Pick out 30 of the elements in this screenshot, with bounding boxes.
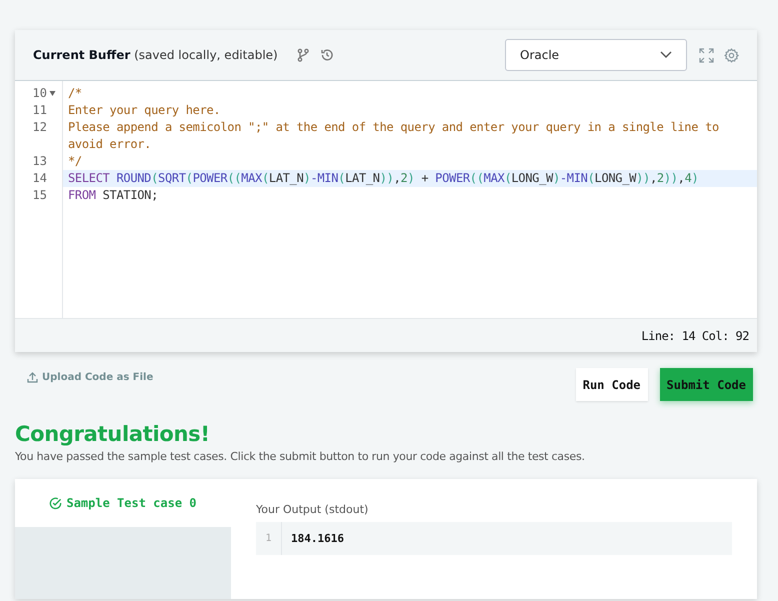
- language-dropdown[interactable]: Oracle: [505, 39, 687, 71]
- test-case-tab[interactable]: Sample Test case 0: [15, 479, 231, 527]
- line-number: 1: [256, 522, 282, 555]
- chevron-down-icon: [660, 51, 672, 59]
- submit-button[interactable]: Submit Code: [660, 368, 753, 401]
- line-number: 13: [32, 153, 47, 170]
- output-label: Your Output (stdout): [256, 503, 370, 516]
- history-icon[interactable]: [320, 48, 334, 62]
- line-number: 12: [32, 119, 47, 136]
- code-line: */: [67, 153, 83, 170]
- result-message: You have passed the sample test cases. Click the submit button to run your code against all the test cases.: [15, 450, 586, 463]
- editor-title: Current Buffer (saved locally, editable): [33, 48, 278, 62]
- code-line: Enter your query here.: [67, 102, 222, 119]
- run-button[interactable]: Run Code: [576, 368, 648, 401]
- upload-icon: [27, 372, 38, 383]
- code-line: /*: [67, 85, 83, 102]
- line-number: 15: [32, 187, 47, 204]
- line-number: 11: [32, 102, 47, 119]
- result-heading: Congratulations!: [15, 422, 211, 446]
- code-line: Please append a semicolon ";" at the end of the query and enter your query in a single line to avoid error.: [67, 119, 720, 153]
- output-value: 184.1616: [290, 532, 344, 545]
- branch-icon[interactable]: [296, 48, 310, 62]
- upload-link[interactable]: Upload Code as File: [27, 372, 154, 383]
- line-number: 14: [32, 170, 47, 187]
- settings-icon[interactable]: [724, 48, 739, 62]
- fullscreen-icon[interactable]: [699, 48, 714, 62]
- code-line: FROM STATION;: [67, 187, 160, 204]
- check-circle-icon: [49, 496, 62, 510]
- cursor-position: Line: 14 Col: 92: [15, 318, 757, 352]
- line-number: 10: [32, 85, 47, 102]
